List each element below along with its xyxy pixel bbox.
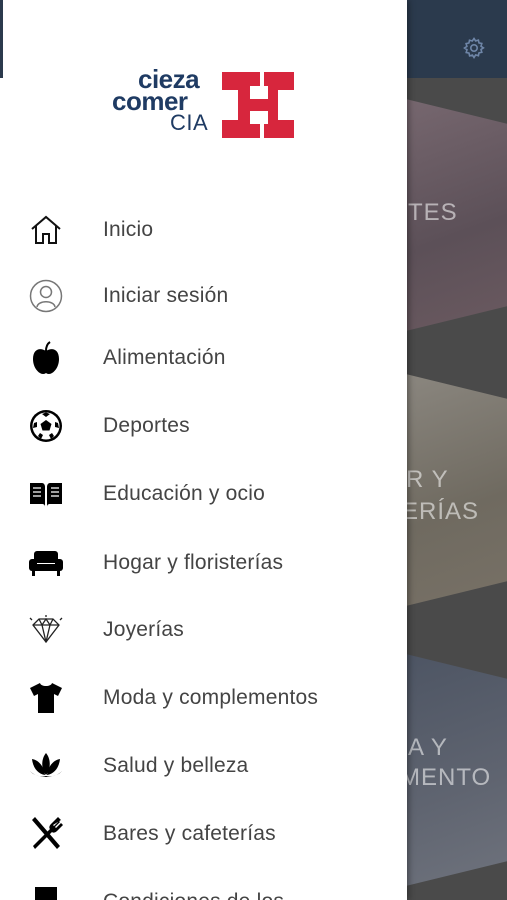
fork-knife-icon	[28, 816, 64, 852]
tile-label-line1: R Y	[406, 466, 449, 493]
menu-item-label: Hogar y floristerías	[103, 551, 284, 574]
menu-item-hogar[interactable]: Hogar y floristerías	[0, 535, 407, 591]
sofa-icon	[28, 545, 64, 581]
soccer-ball-icon	[28, 408, 64, 444]
navigation-drawer: cieza comer CIA Inicio Iniciar sesión Al…	[0, 0, 407, 900]
tile-label: TES	[408, 199, 458, 226]
menu-item-label: Educación y ocio	[103, 482, 265, 505]
menu-item-label: Inicio	[103, 218, 154, 241]
menu-item-deportes[interactable]: Deportes	[0, 398, 407, 454]
apple-icon	[28, 340, 64, 376]
menu-item-label: Bares y cafeterías	[103, 822, 276, 845]
logo-text-line3: CIA	[170, 110, 209, 135]
menu-item-label: Joyerías	[103, 618, 184, 641]
tshirt-icon	[28, 680, 64, 716]
menu-item-inicio[interactable]: Inicio	[0, 202, 407, 258]
settings-gear-icon[interactable]	[462, 36, 486, 60]
logo-mark-icon	[220, 68, 296, 142]
menu-item-iniciar-sesion[interactable]: Iniciar sesión	[0, 268, 407, 324]
menu-item-label: Alimentación	[103, 346, 226, 369]
menu-item-salud-belleza[interactable]: Salud y belleza	[0, 738, 407, 794]
tile-label-line2: MENTO	[400, 764, 492, 791]
brand-logo: cieza comer CIA	[112, 64, 302, 146]
drawer-accent-strip	[0, 0, 3, 78]
menu-item-moda[interactable]: Moda y complementos	[0, 670, 407, 726]
lotus-icon	[28, 748, 64, 784]
user-icon	[28, 278, 64, 314]
menu-item-bares[interactable]: Bares y cafeterías	[0, 806, 407, 862]
menu-item-educacion-ocio[interactable]: Educación y ocio	[0, 466, 407, 522]
document-icon	[28, 884, 64, 900]
book-icon	[28, 476, 64, 512]
menu-item-label: Moda y complementos	[103, 686, 319, 709]
menu-item-alimentacion[interactable]: Alimentación	[0, 330, 407, 386]
menu-item-label: Iniciar sesión	[103, 284, 229, 307]
menu-item-joyerias[interactable]: Joyerías	[0, 602, 407, 658]
menu-item-condiciones[interactable]: Condiciones de los	[0, 874, 407, 900]
menu-item-label: Condiciones de los	[103, 890, 284, 900]
menu-item-label: Deportes	[103, 414, 190, 437]
tile-label-line1: A Y	[408, 734, 448, 761]
tile-label-line2: ERÍAS	[402, 498, 480, 525]
home-icon	[28, 212, 64, 248]
diamond-icon	[28, 612, 64, 648]
menu-item-label: Salud y belleza	[103, 754, 249, 777]
